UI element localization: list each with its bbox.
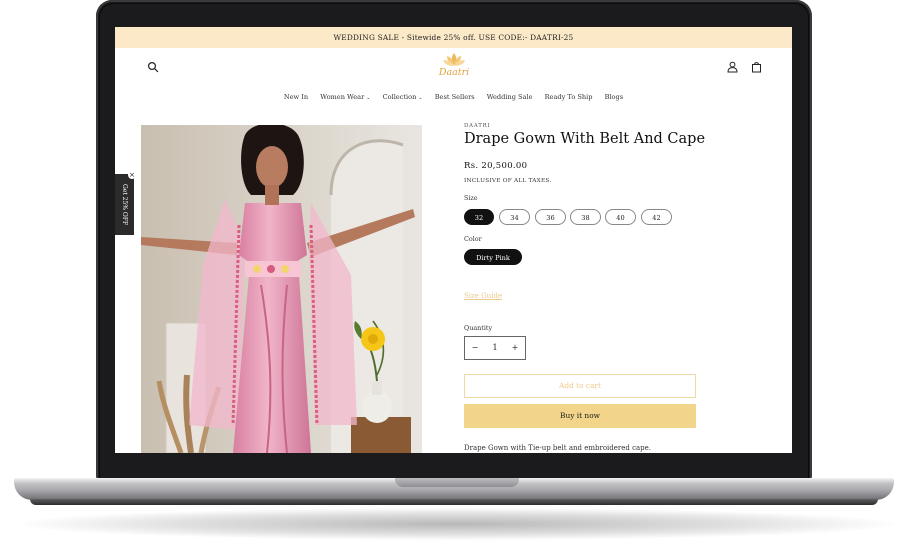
laptop-base-bottom	[30, 499, 878, 505]
product-image[interactable]	[141, 125, 422, 453]
quantity-stepper: − 1 +	[464, 336, 526, 360]
nav-label: Best Sellers	[434, 93, 475, 101]
nav-label: Collection	[382, 93, 417, 101]
chevron-down-icon: ⌄	[418, 95, 423, 101]
buy-now-button[interactable]: Buy it now	[464, 404, 696, 428]
color-option-dirty-pink[interactable]: Dirty Pink	[464, 249, 522, 265]
size-option-40[interactable]: 40	[605, 209, 636, 225]
nav-item-new-in[interactable]: New In	[284, 93, 308, 101]
size-option-36[interactable]: 36	[535, 209, 566, 225]
quantity-input[interactable]: 1	[485, 337, 505, 359]
site-logo[interactable]: Daatri	[433, 49, 475, 83]
nav-item-collection[interactable]: Collection ⌄	[383, 93, 423, 101]
nav-item-best-sellers[interactable]: Best Sellers	[435, 93, 475, 101]
laptop-shadow	[20, 508, 894, 540]
size-option-32[interactable]: 32	[464, 209, 494, 225]
nav-item-women-wear[interactable]: Women Wear ⌄	[320, 93, 370, 101]
tax-note: INCLUSIVE OF ALL TAXES.	[464, 178, 552, 184]
product-description: Drape Gown with Tie-up belt and embroide…	[464, 444, 652, 452]
nav-label: Blogs	[604, 93, 624, 101]
size-option-42[interactable]: 42	[641, 209, 672, 225]
close-icon[interactable]: ×	[128, 171, 136, 179]
nav-label: Wedding Sale	[486, 93, 533, 101]
size-option-38[interactable]: 38	[570, 209, 601, 225]
nav-item-wedding-sale[interactable]: Wedding Sale	[487, 93, 533, 101]
quantity-decrease-button[interactable]: −	[465, 337, 485, 359]
size-option-34[interactable]: 34	[499, 209, 530, 225]
search-icon[interactable]	[147, 58, 159, 73]
product-brand: DAATRI	[464, 123, 491, 129]
discount-side-tab[interactable]: Get 25% OFF	[115, 174, 134, 235]
bag-icon[interactable]	[751, 58, 762, 73]
chevron-down-icon: ⌄	[366, 95, 371, 101]
nav-item-blogs[interactable]: Blogs	[605, 93, 624, 101]
nav-item-ready-to-ship[interactable]: Ready To Ship	[545, 93, 593, 101]
nav-label: Ready To Ship	[544, 93, 593, 101]
color-label: Color	[464, 235, 482, 243]
nav-label: New In	[283, 93, 309, 101]
logo-text: Daatri	[438, 67, 470, 78]
quantity-label: Quantity	[464, 324, 493, 332]
size-label: Size	[464, 194, 478, 202]
laptop-notch	[395, 478, 519, 487]
browser-screen: WEDDING SALE - Sitewide 25% off. USE COD…	[115, 27, 792, 453]
user-icon[interactable]	[727, 58, 738, 73]
quantity-increase-button[interactable]: +	[505, 337, 525, 359]
product-price: Rs. 20,500.00	[464, 161, 528, 171]
add-to-cart-button[interactable]: Add to cart	[464, 374, 696, 398]
size-guide-link[interactable]: Size Guide	[464, 292, 502, 300]
product-title: Drape Gown With Belt And Cape	[464, 131, 706, 147]
main-navigation: New In Women Wear ⌄ Collection ⌄ Best Sell…	[115, 93, 792, 105]
nav-label: Women Wear	[320, 93, 365, 101]
announcement-bar[interactable]: WEDDING SALE - Sitewide 25% off. USE COD…	[115, 27, 792, 48]
